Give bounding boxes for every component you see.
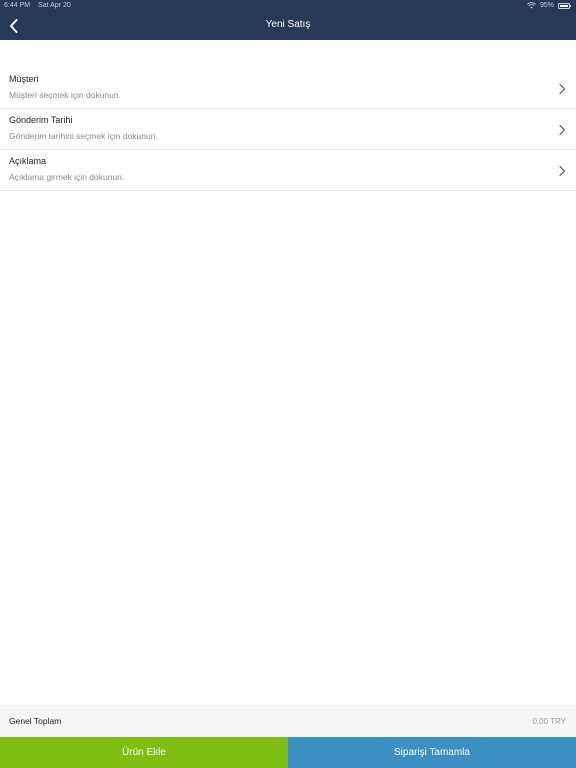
row-subtitle: Gönderim tarihini seçmek için dokunun. bbox=[9, 131, 158, 141]
add-product-button[interactable]: Ürün Ekle bbox=[0, 737, 288, 768]
battery-icon bbox=[558, 2, 571, 9]
wifi-icon bbox=[527, 2, 536, 9]
page-title: Yeni Satış bbox=[265, 19, 311, 30]
customer-row[interactable]: Müşteri Müşteri seçmek için dokunun. bbox=[0, 68, 576, 109]
shipping-date-row[interactable]: Gönderim Tarihi Gönderim tarihini seçmek… bbox=[0, 109, 576, 150]
chevron-right-icon bbox=[559, 165, 566, 177]
battery-percent: 95% bbox=[539, 2, 554, 9]
chevron-right-icon bbox=[559, 83, 566, 95]
row-subtitle: Müşteri seçmek için dokunun. bbox=[9, 90, 121, 100]
total-bar: Genel Toplam 0,00 TRY bbox=[0, 705, 576, 737]
row-subtitle: Açıklama girmek için dokunun. bbox=[9, 172, 125, 182]
status-right: 95% bbox=[527, 2, 571, 9]
status-time: 6:44 PM bbox=[4, 2, 31, 9]
navigation-bar: 6:44 PM Sat Apr 20 95% Yeni Satış bbox=[0, 0, 576, 40]
row-title: Gönderim Tarihi bbox=[9, 115, 73, 125]
status-date: Sat Apr 20 bbox=[38, 2, 71, 9]
total-label: Genel Toplam bbox=[9, 716, 62, 726]
battery-level bbox=[560, 4, 568, 7]
complete-order-button[interactable]: Siparişi Tamamla bbox=[288, 737, 576, 768]
form-list: Müşteri Müşteri seçmek için dokunun. Gön… bbox=[0, 68, 576, 191]
row-title: Açıklama bbox=[9, 156, 47, 166]
description-row[interactable]: Açıklama Açıklama girmek için dokunun. bbox=[0, 150, 576, 191]
status-bar: 6:44 PM Sat Apr 20 95% bbox=[0, 0, 576, 12]
chevron-right-icon bbox=[559, 124, 566, 136]
total-value: 0,00 TRY bbox=[532, 717, 566, 726]
status-left: 6:44 PM Sat Apr 20 bbox=[4, 2, 71, 9]
row-title: Müşteri bbox=[9, 74, 39, 84]
